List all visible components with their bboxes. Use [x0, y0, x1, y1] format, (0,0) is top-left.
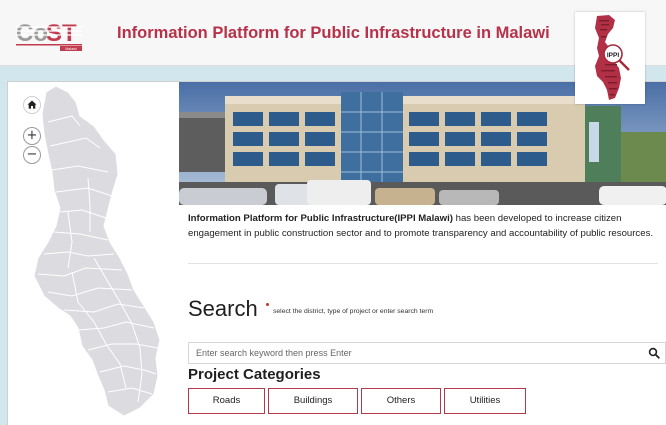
svg-text:T: T — [62, 20, 77, 47]
malawi-wordcloud-icon: IPPI — [595, 15, 630, 100]
category-others-button[interactable]: Others — [361, 388, 441, 414]
logo-subtitle: Malawi — [65, 47, 76, 51]
zoom-out-button[interactable]: − — [23, 146, 41, 164]
search-hint: select the district, type of project or … — [273, 308, 434, 315]
badge-label: IPPI — [607, 52, 619, 59]
svg-text:Co: Co — [16, 20, 48, 47]
main-frame: + − Information Platform for Public Infr… — [7, 81, 666, 425]
search-input[interactable] — [189, 343, 629, 363]
svg-text:S: S — [46, 20, 62, 47]
map-home-button[interactable] — [23, 96, 41, 114]
divider — [188, 263, 658, 264]
intro-bold: Information Platform for Public Infrastr… — [188, 213, 453, 224]
ippi-badge[interactable]: IPPI — [575, 12, 645, 104]
site-header: Co S T Malawi Information Platform for P… — [0, 0, 666, 66]
search-title: Search — [188, 296, 258, 321]
category-buildings-button[interactable]: Buildings — [268, 388, 358, 414]
category-roads-button[interactable]: Roads — [188, 388, 265, 414]
home-icon — [27, 100, 37, 109]
required-dot — [266, 303, 269, 306]
content-panel: Information Platform for Public Infrastr… — [179, 82, 666, 425]
search-icon[interactable] — [648, 347, 660, 359]
category-utilities-button[interactable]: Utilities — [444, 388, 526, 414]
search-bar — [188, 342, 666, 364]
district-map-panel[interactable]: + − — [8, 82, 178, 425]
intro-text: Information Platform for Public Infrastr… — [188, 212, 658, 241]
cost-logo[interactable]: Co S T Malawi — [16, 19, 82, 51]
site-title: Information Platform for Public Infrastr… — [117, 24, 550, 42]
project-categories-title: Project Categories — [188, 366, 321, 383]
zoom-in-button[interactable]: + — [23, 127, 41, 145]
